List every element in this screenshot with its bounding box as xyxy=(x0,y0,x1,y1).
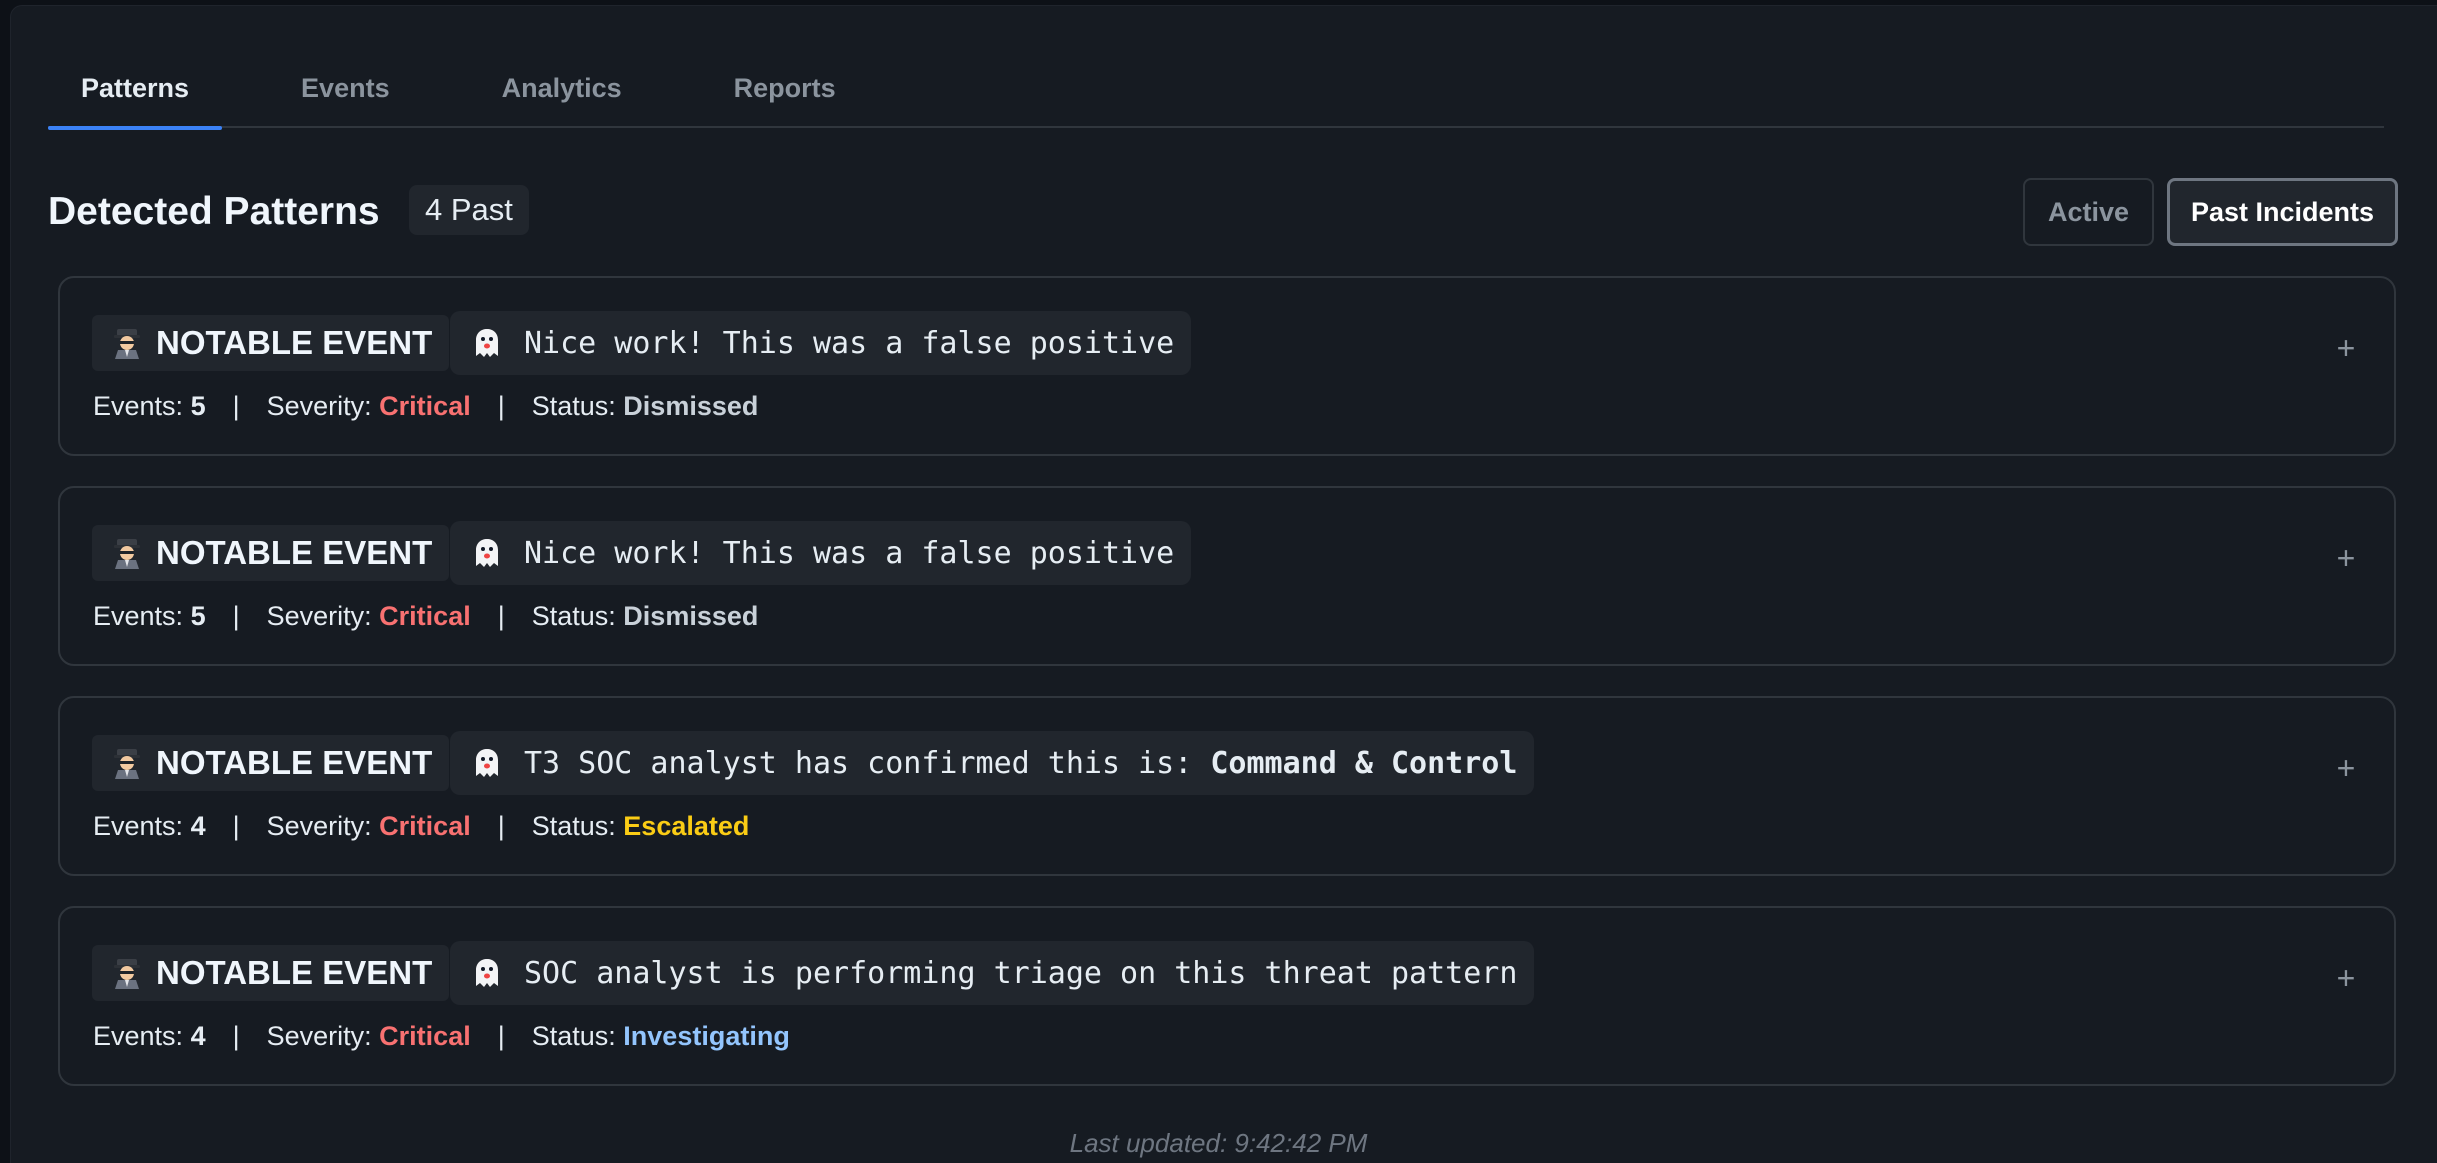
tab-events[interactable]: Events xyxy=(268,48,423,128)
ghost-icon xyxy=(470,536,504,570)
message-text: Nice work! This was a false positive xyxy=(524,325,1175,361)
analyst-message: SOC analyst is performing triage on this… xyxy=(450,941,1535,1005)
analyst-message: Nice work! This was a false positive xyxy=(450,521,1192,585)
notable-event-tag: NOTABLE EVENT xyxy=(92,735,450,791)
expand-icon[interactable]: + xyxy=(2326,328,2366,368)
notable-event-tag: NOTABLE EVENT xyxy=(92,315,450,371)
events-count: 5 xyxy=(190,600,206,631)
expand-icon[interactable]: + xyxy=(2326,958,2366,998)
events-count: 4 xyxy=(190,810,206,841)
expand-icon[interactable]: + xyxy=(2326,748,2366,788)
tab-analytics[interactable]: Analytics xyxy=(469,48,655,128)
status-value: Dismissed xyxy=(623,600,759,631)
ghost-icon xyxy=(470,326,504,360)
filter-past-incidents-button[interactable]: Past Incidents xyxy=(2167,178,2398,246)
filter-active-button[interactable]: Active xyxy=(2023,178,2154,246)
message-text: T3 SOC analyst has confirmed this is: Co… xyxy=(524,745,1518,781)
tag-label: NOTABLE EVENT xyxy=(156,534,433,571)
detective-icon xyxy=(110,326,144,360)
events-count: 4 xyxy=(190,1020,206,1051)
ghost-icon xyxy=(470,746,504,780)
pattern-meta: Events: 5 | Severity: Critical | Status:… xyxy=(93,600,759,631)
tab-bar: Patterns Events Analytics Reports xyxy=(48,48,2384,130)
patterns-header: Detected Patterns 4 Past Active Past Inc… xyxy=(48,172,2398,252)
status-value: Investigating xyxy=(623,1020,790,1051)
tag-label: NOTABLE EVENT xyxy=(156,324,433,361)
notable-event-tag: NOTABLE EVENT xyxy=(92,525,450,581)
expand-icon[interactable]: + xyxy=(2326,538,2366,578)
tab-patterns[interactable]: Patterns xyxy=(48,48,223,130)
pattern-meta: Events: 4 | Severity: Critical | Status:… xyxy=(93,810,750,841)
tag-label: NOTABLE EVENT xyxy=(156,954,433,991)
status-value: Dismissed xyxy=(623,390,759,421)
pattern-card[interactable]: NOTABLE EVENT T3 SOC analyst has confirm… xyxy=(58,696,2396,876)
detective-icon xyxy=(110,746,144,780)
detective-icon xyxy=(110,956,144,990)
severity-value: Critical xyxy=(379,1020,471,1051)
detective-icon xyxy=(110,536,144,570)
severity-value: Critical xyxy=(379,600,471,631)
status-value: Escalated xyxy=(623,810,750,841)
message-text: SOC analyst is performing triage on this… xyxy=(524,955,1518,991)
pattern-card[interactable]: NOTABLE EVENT SOC analyst is performing … xyxy=(58,906,2396,1086)
last-updated: Last updated: 9:42:42 PM xyxy=(1069,1128,1368,1158)
pattern-card[interactable]: NOTABLE EVENT Nice work! This was a fals… xyxy=(58,486,2396,666)
message-text: Nice work! This was a false positive xyxy=(524,535,1175,571)
analyst-message: Nice work! This was a false positive xyxy=(450,311,1192,375)
tab-reports[interactable]: Reports xyxy=(701,48,869,128)
count-badge: 4 Past xyxy=(409,185,529,235)
severity-value: Critical xyxy=(379,810,471,841)
tag-label: NOTABLE EVENT xyxy=(156,744,433,781)
pattern-meta: Events: 4 | Severity: Critical | Status:… xyxy=(93,1020,790,1051)
events-count: 5 xyxy=(190,390,206,421)
ghost-icon xyxy=(470,956,504,990)
pattern-meta: Events: 5 | Severity: Critical | Status:… xyxy=(93,390,759,421)
severity-value: Critical xyxy=(379,390,471,421)
notable-event-tag: NOTABLE EVENT xyxy=(92,945,450,1001)
analyst-message: T3 SOC analyst has confirmed this is: Co… xyxy=(450,731,1535,795)
pattern-card[interactable]: NOTABLE EVENT Nice work! This was a fals… xyxy=(58,276,2396,456)
page-title: Detected Patterns xyxy=(48,190,380,233)
